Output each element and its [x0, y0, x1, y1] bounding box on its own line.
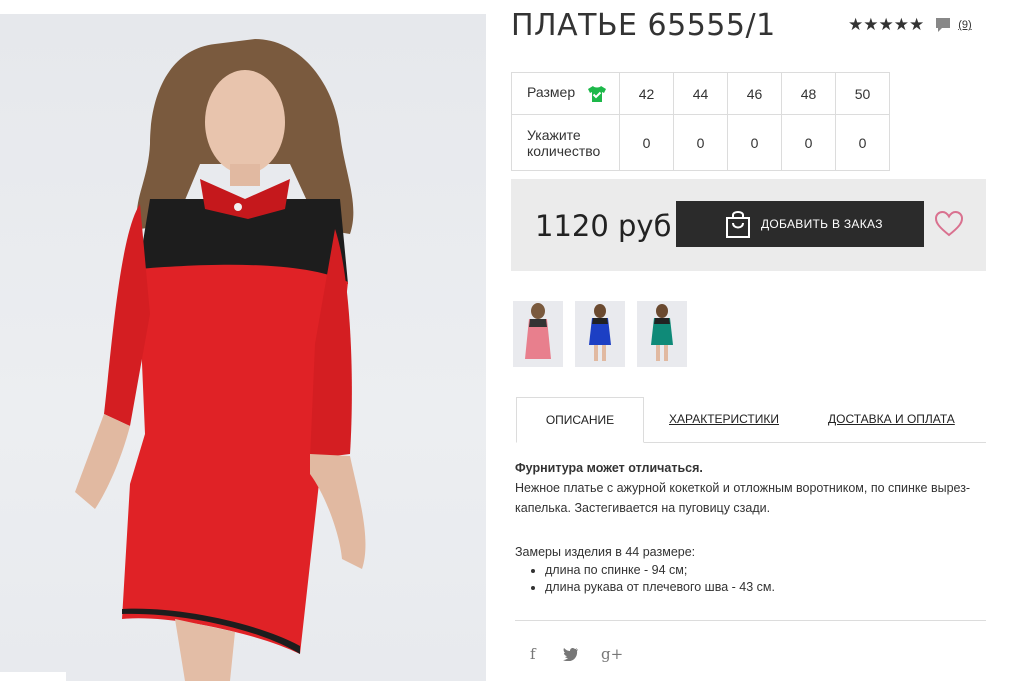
main-product-photo[interactable] — [0, 14, 486, 681]
gplus-icon[interactable]: g+ — [601, 645, 623, 663]
twitter-icon[interactable] — [563, 647, 579, 661]
add-to-order-button[interactable]: ДОБАВИТЬ В ЗАКАЗ — [676, 201, 924, 247]
rating: ★★★★★ (9) — [848, 15, 972, 35]
size-48: 48 — [781, 72, 836, 115]
size-label-cell: Размер — [511, 72, 620, 115]
description-panel: Фурнитура может отличаться. Нежное плать… — [515, 458, 985, 596]
star-icon: ★★★★★ — [848, 15, 925, 34]
qty-input-50[interactable]: 0 — [835, 114, 890, 171]
qty-label: Укажите количество — [511, 114, 620, 171]
shirt-check-icon[interactable] — [587, 85, 607, 103]
measure-list: длина по спинке - 94 см; длина рукава от… — [515, 562, 985, 596]
size-table: Размер 42 44 46 48 50 Укажите количество… — [511, 72, 890, 171]
size-44: 44 — [673, 72, 728, 115]
info-tabs: ОПИСАНИЕ ХАРАКТЕРИСТИКИ ДОСТАВКА И ОПЛАТ… — [516, 397, 986, 443]
list-item: длина рукава от плечевого шва - 43 см. — [545, 579, 985, 596]
photo-edge — [0, 672, 66, 681]
thumbnail-blue[interactable] — [575, 301, 625, 367]
qty-input-44[interactable]: 0 — [673, 114, 728, 171]
size-46: 46 — [727, 72, 782, 115]
qty-input-48[interactable]: 0 — [781, 114, 836, 171]
price-box: 1120 руб ДОБАВИТЬ В ЗАКАЗ — [511, 179, 986, 271]
description-text: Нежное платье с ажурной кокеткой и отлож… — [515, 481, 971, 515]
measure-title: Замеры изделия в 44 размере: — [515, 545, 696, 559]
add-to-order-label: ДОБАВИТЬ В ЗАКАЗ — [761, 217, 883, 231]
tab-delivery[interactable]: ДОСТАВКА И ОПЛАТА — [828, 397, 955, 442]
reviews-link[interactable]: (9) — [958, 19, 971, 31]
tab-specs[interactable]: ХАРАКТЕРИСТИКИ — [669, 397, 779, 442]
comment-icon — [936, 18, 951, 32]
qty-input-46[interactable]: 0 — [727, 114, 782, 171]
price: 1120 руб — [535, 209, 672, 243]
tab-description[interactable]: ОПИСАНИЕ — [516, 397, 644, 443]
size-42: 42 — [619, 72, 674, 115]
bag-icon — [726, 211, 750, 238]
facebook-icon[interactable]: f — [530, 645, 536, 663]
divider — [515, 620, 986, 621]
product-title: ПЛАТЬЕ 65555/1 — [511, 8, 776, 43]
thumbnail-red[interactable] — [513, 301, 563, 367]
heart-icon[interactable] — [935, 211, 963, 237]
size-label: Размер — [527, 84, 576, 101]
qty-input-42[interactable]: 0 — [619, 114, 674, 171]
thumbnail-green[interactable] — [637, 301, 687, 367]
size-50: 50 — [835, 72, 890, 115]
list-item: длина по спинке - 94 см; — [545, 562, 985, 579]
fittings-note: Фурнитура может отличаться. — [515, 461, 703, 475]
